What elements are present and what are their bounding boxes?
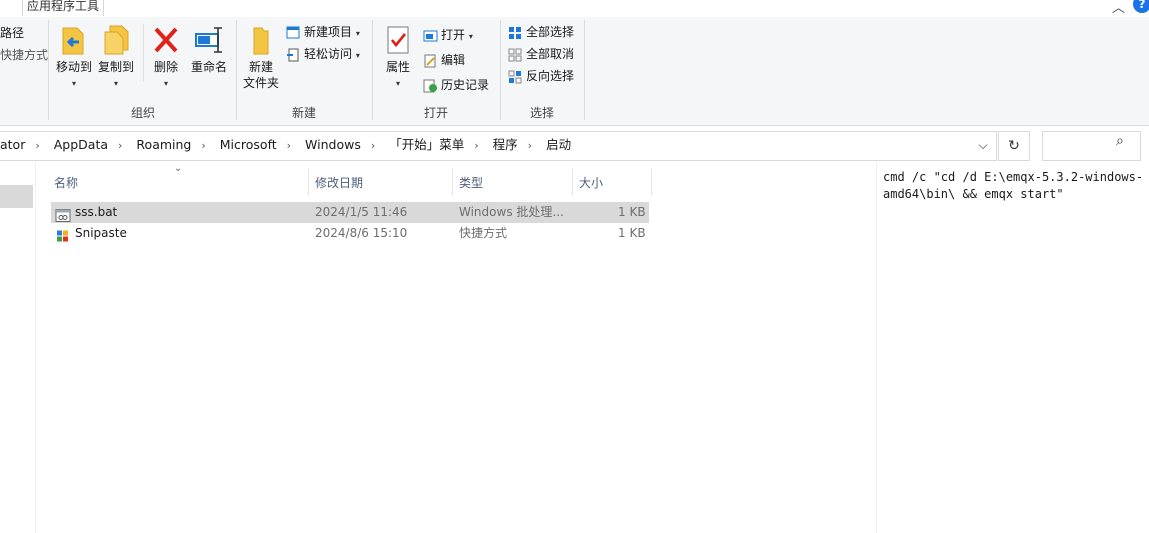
select-none-icon [508, 48, 522, 61]
select-all-button[interactable]: 全部选择 [508, 22, 574, 42]
easy-access-button[interactable]: 轻松访问 ▾ [286, 44, 360, 64]
breadcrumb: ator › AppData › Roaming › Microsoft › Windo… [0, 131, 571, 159]
nav-pane-selected-item[interactable] [0, 185, 33, 208]
rename-icon [195, 27, 222, 53]
preview-pane-divider[interactable] [876, 162, 877, 533]
copy-path-button[interactable]: 路径 [0, 23, 24, 43]
easy-access-icon [287, 48, 299, 61]
invert-selection-button[interactable]: 反向选择 [508, 66, 574, 86]
group-label-new: 新建 [291, 106, 316, 120]
file-size: 1 KB [618, 226, 646, 240]
breadcrumb-item[interactable]: Roaming [136, 137, 191, 152]
properties-icon [387, 26, 409, 54]
group-label-organize: 组织 [130, 106, 155, 120]
file-name: sss.bat [75, 205, 118, 219]
chevron-right-icon[interactable]: › [191, 139, 215, 152]
invert-selection-icon [508, 70, 522, 83]
history-icon [423, 79, 437, 92]
new-item-icon [286, 26, 300, 38]
nav-pane-divider[interactable] [35, 162, 36, 533]
column-header-type[interactable]: 类型 [459, 171, 483, 195]
breadcrumb-item[interactable]: 「开始」菜单 [389, 137, 464, 152]
breadcrumb-item[interactable]: 程序 [493, 137, 518, 152]
select-none-button[interactable]: 全部取消 [508, 44, 574, 64]
chevron-right-icon[interactable]: › [277, 139, 301, 152]
file-modified: 2024/8/6 15:10 [315, 226, 408, 240]
chevron-down-icon: ⌄ [174, 163, 183, 174]
folder-icon [253, 27, 269, 55]
chevron-down-icon: ▾ [71, 79, 76, 88]
chevron-down-icon: ▾ [468, 32, 473, 41]
breadcrumb-item[interactable]: Microsoft [220, 137, 277, 152]
copy-to-button[interactable]: 复制到 ▾ [97, 24, 135, 89]
chevron-down-icon: ▾ [163, 79, 168, 88]
paste-shortcut-button[interactable]: 快捷方式 [0, 45, 48, 65]
snipaste-icon [57, 230, 68, 242]
search-icon[interactable]: ⌕ [1116, 133, 1124, 149]
edit-button[interactable]: 编辑 [423, 50, 465, 70]
breadcrumb-item[interactable]: ator [0, 137, 25, 152]
column-header-modified[interactable]: 修改日期 [315, 171, 363, 195]
column-header-size[interactable]: 大小 [579, 171, 603, 195]
column-divider[interactable] [651, 169, 652, 195]
breadcrumb-item[interactable]: Windows [305, 137, 361, 152]
new-folder-button[interactable]: 新建 文件夹 [241, 24, 281, 91]
move-to-button[interactable]: 移动到 ▾ [55, 24, 93, 89]
refresh-icon[interactable]: ↻ [998, 131, 1030, 161]
breadcrumb-item[interactable]: AppData [54, 137, 108, 152]
chevron-down-icon: ▾ [113, 79, 118, 88]
rename-button[interactable]: 重命名 [189, 24, 229, 75]
properties-button[interactable]: 属性 ▾ [380, 24, 416, 89]
chevron-right-icon[interactable]: › [464, 139, 488, 152]
chevron-right-icon[interactable]: › [25, 139, 49, 152]
chevron-down-icon: ▾ [395, 79, 400, 88]
chevron-down-icon: ▾ [355, 29, 360, 38]
column-divider[interactable] [572, 169, 573, 195]
chevron-right-icon[interactable]: › [108, 139, 132, 152]
chevron-down-icon: ▾ [355, 51, 360, 60]
group-divider [48, 20, 49, 120]
divider [143, 24, 144, 82]
delete-button[interactable]: 删除 ▾ [149, 24, 183, 89]
chevron-down-icon[interactable]: ⌵ [970, 131, 996, 159]
file-name: Snipaste [75, 226, 127, 240]
delete-icon [154, 27, 178, 53]
column-divider[interactable] [452, 169, 453, 195]
history-button[interactable]: 历史记录 [423, 75, 489, 95]
table-row[interactable]: sss.bat 2024/1/5 11:46 Windows 批处理... 1 … [51, 202, 649, 223]
edit-icon [424, 54, 436, 67]
file-modified: 2024/1/5 11:46 [315, 205, 408, 219]
breadcrumb-item[interactable]: 启动 [546, 137, 571, 152]
new-item-button[interactable]: 新建项目 ▾ [286, 22, 360, 42]
chevron-right-icon[interactable]: › [518, 139, 542, 152]
copy-to-icon [104, 25, 129, 55]
group-label-select: 选择 [529, 106, 554, 120]
collapse-ribbon-icon[interactable]: ︿ [1112, 0, 1125, 16]
tab-app-tools[interactable]: 应用程序工具 [22, 0, 105, 16]
move-to-icon [62, 27, 84, 55]
title-bar [0, 0, 1149, 18]
select-all-icon [509, 26, 521, 39]
column-divider[interactable] [308, 169, 309, 195]
group-label-open: 打开 [423, 106, 448, 120]
file-type: Windows 批处理... [459, 205, 564, 219]
chevron-right-icon[interactable]: › [361, 139, 385, 152]
file-size: 1 KB [618, 205, 646, 219]
column-header-name[interactable]: 名称 [54, 171, 78, 195]
search-input[interactable] [1042, 131, 1141, 161]
group-divider [584, 20, 585, 120]
file-type: 快捷方式 [459, 226, 508, 240]
preview-text: cmd /c "cd /d E:\emqx-5.3.2-windows-amd6… [883, 170, 1144, 201]
open-button[interactable]: 打开 ▾ [423, 25, 473, 45]
table-row[interactable]: Snipaste 2024/8/6 15:10 快捷方式 1 KB [51, 223, 649, 244]
open-icon [423, 30, 438, 41]
